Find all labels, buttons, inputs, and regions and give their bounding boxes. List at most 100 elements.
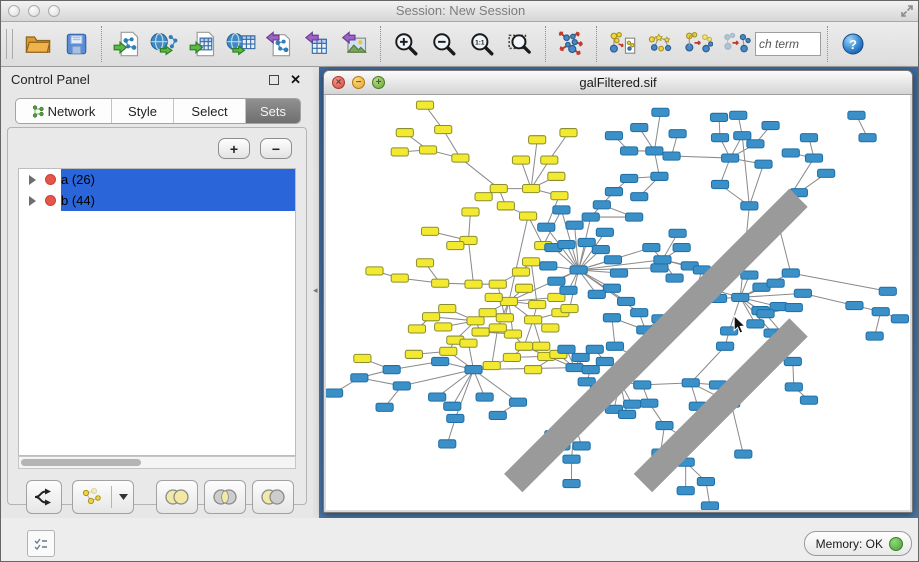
export-image-button[interactable]	[336, 25, 374, 63]
zoom-out-icon	[431, 31, 457, 57]
svg-text:1:1: 1:1	[475, 39, 485, 46]
memory-status-button[interactable]: Memory: OK	[804, 531, 912, 556]
zoom-actual-size-icon: 1:1	[469, 31, 495, 57]
fullscreen-icon[interactable]	[900, 4, 914, 18]
selection-highlight	[61, 169, 295, 190]
select-first-neighbors-icon	[645, 29, 675, 59]
import-network-file-icon	[113, 30, 141, 58]
export-image-icon	[341, 30, 369, 58]
split-sets-button[interactable]	[26, 480, 62, 514]
zoom-actual-size-button[interactable]: 1:1	[463, 25, 501, 63]
union-sets-button[interactable]	[156, 480, 198, 514]
tab-sets-label: Sets	[260, 104, 286, 119]
tab-select[interactable]: Select	[174, 99, 246, 123]
window-titlebar: Session: New Session	[1, 1, 919, 22]
show-all-button[interactable]	[717, 25, 755, 63]
import-table-web-button[interactable]	[222, 25, 260, 63]
add-set-button[interactable]: +	[218, 138, 250, 159]
apply-layout-icon	[556, 29, 586, 59]
zoom-fit-selected-button[interactable]	[501, 25, 539, 63]
zoom-in-icon	[393, 31, 419, 57]
create-set-from-network-button[interactable]	[72, 480, 134, 514]
control-panel-title: Control Panel	[11, 72, 90, 87]
expander-triangle-icon[interactable]	[29, 175, 36, 185]
show-all-icon	[721, 29, 751, 59]
tab-network[interactable]: Network	[16, 99, 112, 123]
open-session-button[interactable]	[19, 25, 57, 63]
import-network-web-button[interactable]	[146, 25, 184, 63]
collapse-panel-icon[interactable]: ◂	[313, 285, 318, 296]
chevron-down-icon	[119, 494, 128, 500]
frame-minimize-icon[interactable]: −	[352, 76, 365, 89]
difference-sets-button[interactable]	[252, 480, 294, 514]
search-input[interactable]	[755, 32, 821, 56]
yellow-network-icon	[78, 485, 104, 509]
new-network-from-selection-icon	[607, 29, 637, 59]
help-icon: ?	[841, 32, 865, 56]
float-panel-icon[interactable]	[269, 75, 279, 85]
hide-selected-icon	[683, 29, 713, 59]
frame-maximize-icon[interactable]: +	[372, 76, 385, 89]
import-table-web-icon	[226, 30, 256, 58]
toolbar-separator	[101, 26, 102, 62]
toolbar-separator	[827, 26, 828, 62]
help-button[interactable]: ?	[834, 25, 872, 63]
set-label: a (26)	[61, 172, 95, 187]
svg-text:?: ?	[849, 37, 857, 52]
network-frame[interactable]: galFiltered.sif × − +	[323, 70, 913, 513]
scrollbar-thumb[interactable]	[21, 459, 141, 466]
task-history-button[interactable]	[27, 530, 55, 557]
tab-style-label: Style	[128, 104, 157, 119]
open-folder-icon	[24, 30, 52, 58]
network-frame-titlebar[interactable]: galFiltered.sif × − +	[324, 71, 912, 95]
network-canvas[interactable]	[326, 95, 910, 510]
tab-sets[interactable]: Sets	[246, 99, 300, 123]
window-title: Session: New Session	[1, 1, 919, 21]
tab-style[interactable]: Style	[112, 99, 174, 123]
status-bar: Memory: OK	[1, 518, 919, 562]
network-tree-icon	[32, 105, 44, 118]
apply-layout-button[interactable]	[552, 25, 590, 63]
intersect-sets-button[interactable]	[204, 480, 246, 514]
import-network-web-icon	[150, 30, 180, 58]
list-item[interactable]: b (44)	[19, 190, 295, 211]
expander-triangle-icon[interactable]	[29, 196, 36, 206]
zoom-out-button[interactable]	[425, 25, 463, 63]
selection-highlight	[61, 190, 295, 211]
main-toolbar: 1:1	[1, 22, 919, 67]
sets-panel: + − a (26) b (44)	[7, 127, 307, 505]
tab-network-label: Network	[48, 104, 96, 119]
set-color-dot	[45, 195, 56, 206]
zoom-in-button[interactable]	[387, 25, 425, 63]
new-network-from-selection-button[interactable]	[603, 25, 641, 63]
import-table-file-button[interactable]	[184, 25, 222, 63]
control-panel-header: Control Panel ✕	[1, 67, 313, 93]
list-item[interactable]: a (26)	[19, 169, 295, 190]
horizontal-scrollbar[interactable]	[18, 456, 296, 469]
close-panel-icon[interactable]: ✕	[290, 73, 301, 86]
app-window: Session: New Session	[0, 0, 919, 562]
toolbar-drag-handle[interactable]	[6, 29, 13, 59]
control-panel: Control Panel ✕ Network Style Select	[1, 67, 313, 518]
remove-set-button[interactable]: −	[260, 138, 292, 159]
save-session-button[interactable]	[57, 25, 95, 63]
sets-actions	[8, 480, 306, 514]
toolbar-separator	[380, 26, 381, 62]
set-color-dot	[45, 174, 56, 185]
select-first-neighbors-button[interactable]	[641, 25, 679, 63]
export-network-button[interactable]	[260, 25, 298, 63]
task-checklist-icon	[33, 536, 49, 552]
control-panel-tabs: Network Style Select Sets	[15, 98, 301, 124]
set-label: b (44)	[61, 193, 95, 208]
split-arrows-icon	[32, 485, 56, 509]
export-table-button[interactable]	[298, 25, 336, 63]
sets-list: a (26) b (44)	[18, 168, 296, 456]
network-frame-title: galFiltered.sif	[324, 71, 912, 94]
export-table-icon	[303, 30, 331, 58]
save-icon	[63, 31, 89, 57]
import-network-file-button[interactable]	[108, 25, 146, 63]
frame-close-icon[interactable]: ×	[332, 76, 345, 89]
hide-selected-button[interactable]	[679, 25, 717, 63]
memory-status-label: Memory: OK	[816, 537, 883, 551]
resize-grip[interactable]	[326, 95, 909, 509]
